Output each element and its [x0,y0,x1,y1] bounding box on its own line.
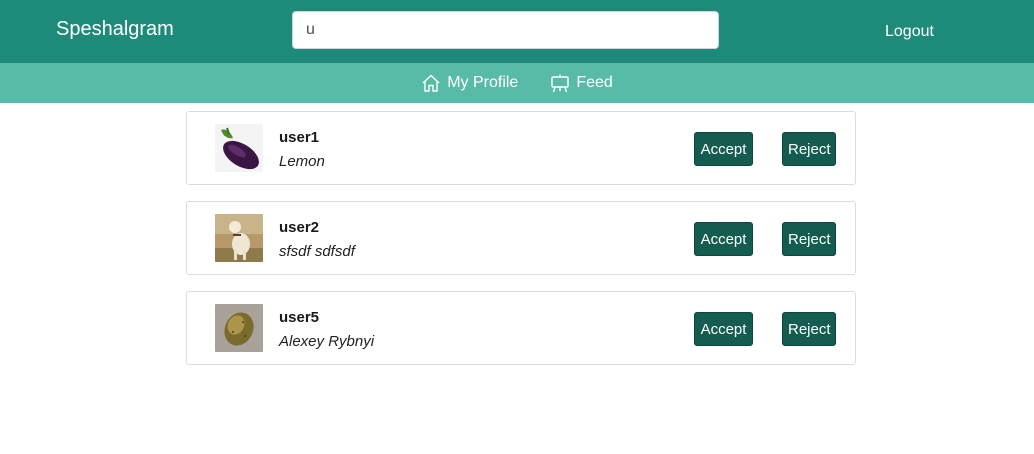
request-username[interactable]: user1 [279,129,319,146]
nav-feed[interactable]: Feed [550,73,613,93]
request-card: user5 Alexey Rybnyi Accept Reject [186,291,856,365]
request-username[interactable]: user5 [279,309,319,326]
request-username[interactable]: user2 [279,219,319,236]
top-navbar: Speshalgram Logout [0,0,1034,63]
avatar [215,214,263,262]
nav-my-profile[interactable]: My Profile [421,73,518,93]
request-full-name: Alexey Rybnyi [279,333,375,350]
reject-button[interactable]: Reject [782,222,836,256]
avatar [215,304,263,352]
accept-button[interactable]: Accept [694,312,753,346]
follow-request-list: user1 Lemon Accept Reject user2 sfsdf sd… [186,111,856,381]
request-card: user1 Lemon Accept Reject [186,111,856,185]
logout-link[interactable]: Logout [885,22,934,42]
request-card: user2 sfsdf sdfsdf Accept Reject [186,201,856,275]
search-input[interactable] [292,11,719,49]
avatar [215,124,263,172]
nav-my-profile-label: My Profile [447,74,519,91]
reject-button[interactable]: Reject [782,132,836,166]
brand-logo[interactable]: Speshalgram [56,17,174,41]
request-full-name: sfsdf sdfsdf [279,243,355,260]
nav-feed-label: Feed [576,74,613,91]
request-full-name: Lemon [279,153,325,170]
home-icon [421,73,441,93]
reject-button[interactable]: Reject [782,312,836,346]
easel-icon [550,73,570,93]
accept-button[interactable]: Accept [694,132,753,166]
sub-navbar: My Profile Feed [0,63,1034,103]
accept-button[interactable]: Accept [694,222,753,256]
